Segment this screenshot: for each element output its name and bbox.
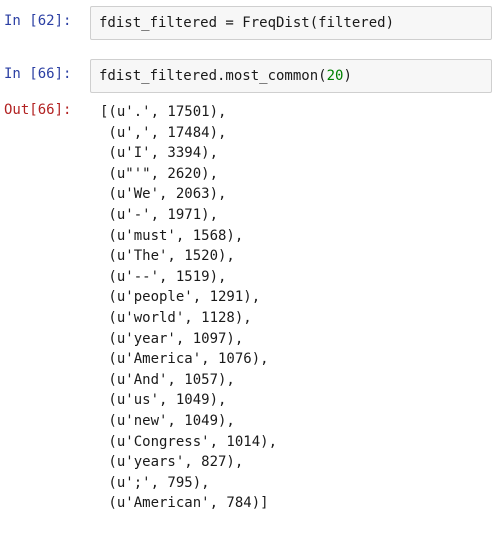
code-input[interactable]: fdist_filtered = FreqDist(filtered) <box>90 6 492 40</box>
output-line: (u'I', 3394), <box>100 145 219 162</box>
output-line: (u'And', 1057), <box>100 371 235 388</box>
input-prompt: In [62]: <box>4 13 72 29</box>
code-text-before: fdist_filtered.most_common( <box>99 68 327 84</box>
output-line: [(u'.', 17501), <box>100 104 227 120</box>
output-line: (u'new', 1049), <box>100 412 235 429</box>
output-line: (u'American', 784)] <box>100 495 269 512</box>
output-line: (u'us', 1049), <box>100 392 227 409</box>
output-line: (u'The', 1520), <box>100 248 235 265</box>
output-prompt: Out[66]: <box>4 102 72 118</box>
output-line: (u'We', 2063), <box>100 186 227 203</box>
output-line: (u"'", 2620), <box>100 165 219 182</box>
output-area: Out[66]: [(u'.', 17501), (u',', 17484), … <box>0 102 498 538</box>
code-cell-66[interactable]: In [66]: fdist_filtered.most_common(20) <box>0 56 498 96</box>
output-line: (u'--', 1519), <box>100 268 227 285</box>
input-prompt: In [66]: <box>4 66 72 82</box>
code-input[interactable]: fdist_filtered.most_common(20) <box>90 59 492 93</box>
code-cell-62[interactable]: In [62]: fdist_filtered = FreqDist(filte… <box>0 4 498 44</box>
output-line: (u'year', 1097), <box>100 330 244 347</box>
output-line: (u'Congress', 1014), <box>100 433 278 450</box>
output-line: (u';', 795), <box>100 474 210 491</box>
output-line: (u'must', 1568), <box>100 227 244 244</box>
code-number-literal: 20 <box>326 68 344 84</box>
output-text: [(u'.', 17501), (u',', 17484), (u'I', 33… <box>100 102 277 514</box>
output-line: (u'America', 1076), <box>100 351 269 368</box>
output-line: (u',', 17484), <box>100 124 227 141</box>
output-line: (u'people', 1291), <box>100 289 261 306</box>
code-text-after: ) <box>343 68 352 84</box>
output-line: (u'-', 1971), <box>100 206 219 223</box>
code-text: fdist_filtered = FreqDist(filtered) <box>99 15 395 31</box>
output-line: (u'years', 827), <box>100 454 244 471</box>
output-line: (u'world', 1128), <box>100 309 252 326</box>
